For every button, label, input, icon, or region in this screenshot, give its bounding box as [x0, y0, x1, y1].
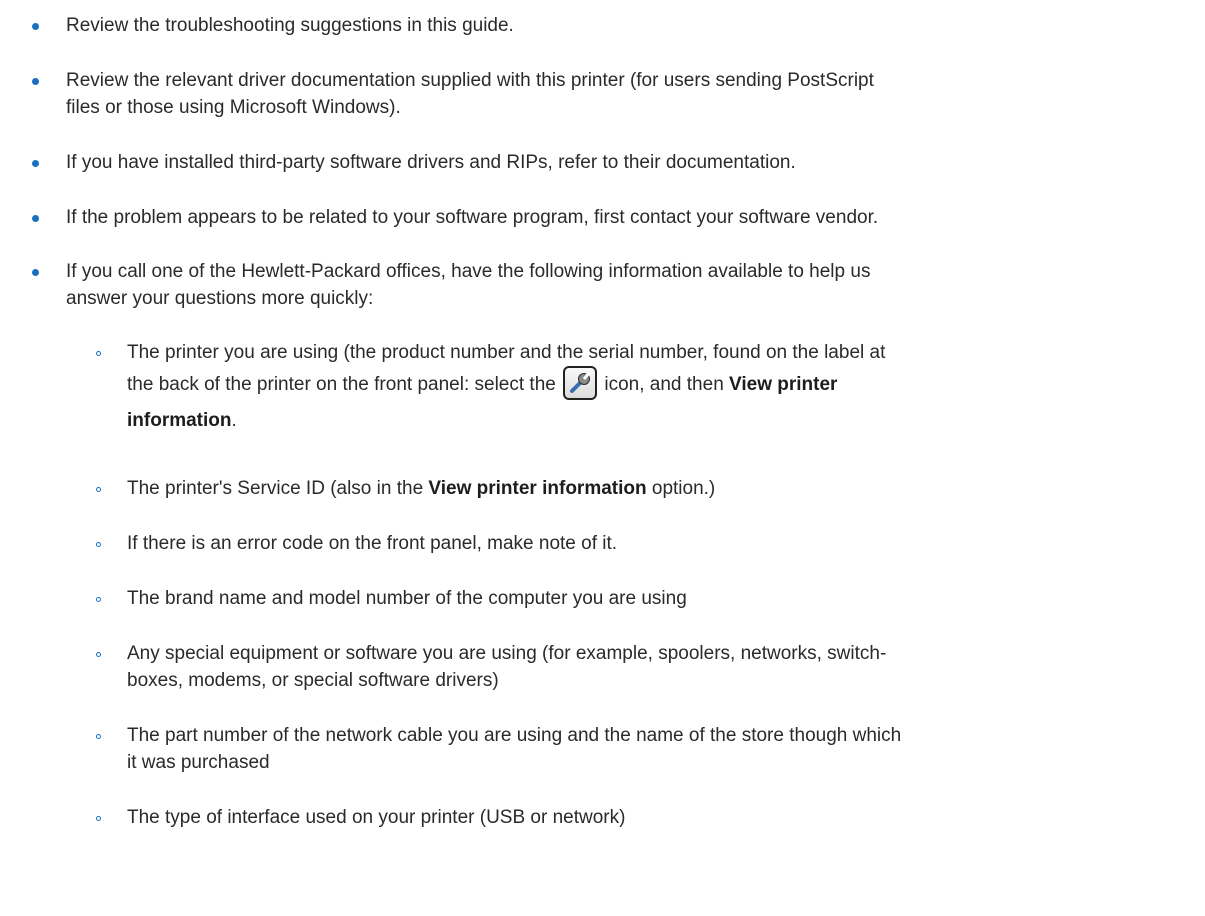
- item-text: The part number of the network cable you…: [127, 725, 902, 746]
- item-text: the back of the printer on the front pan…: [127, 365, 1185, 404]
- wrench-icon: [563, 365, 598, 400]
- item-text: information.: [127, 407, 1185, 434]
- item-text: If you have installed third-party softwa…: [66, 152, 796, 173]
- item-text-segment: option.): [651, 478, 716, 499]
- bold-term: information: [127, 410, 232, 431]
- item-text-segment: the back of the printer on the front pan…: [127, 374, 556, 395]
- bold-term: View printer information: [428, 478, 647, 499]
- item-text: boxes, modems, or special software drive…: [127, 670, 499, 691]
- circle-bullet-icon: [96, 542, 101, 547]
- circle-bullet-icon: [96, 351, 101, 356]
- item-text: The brand name and model number of the c…: [127, 588, 687, 609]
- bullet-icon: [32, 78, 39, 85]
- item-text: answer your questions more quickly:: [66, 288, 374, 309]
- circle-bullet-icon: [96, 734, 101, 739]
- item-text: files or those using Microsoft Windows).: [66, 97, 401, 118]
- item-text: If you call one of the Hewlett-Packard o…: [66, 261, 871, 282]
- circle-bullet-icon: [96, 487, 101, 492]
- item-text-segment: .: [231, 410, 237, 431]
- circle-bullet-icon: [96, 816, 101, 821]
- item-text: The type of interface used on your print…: [127, 807, 626, 828]
- item-text: If the problem appears to be related to …: [66, 207, 879, 228]
- bold-term: View printer: [729, 374, 838, 395]
- circle-bullet-icon: [96, 652, 101, 657]
- item-text: Review the troubleshooting suggestions i…: [66, 15, 514, 36]
- item-text-segment: The printer's Service ID (also in the: [127, 478, 424, 499]
- item-text: The printer you are using (the product n…: [127, 342, 886, 363]
- circle-bullet-icon: [96, 597, 101, 602]
- item-text: If there is an error code on the front p…: [127, 533, 618, 554]
- item-text: Review the relevant driver documentation…: [66, 70, 874, 91]
- item-text: Any special equipment or software you ar…: [127, 643, 887, 664]
- bullet-icon: [32, 160, 39, 167]
- bullet-icon: [32, 269, 39, 276]
- bullet-icon: [32, 23, 39, 30]
- item-text: The printer's Service ID (also in the Vi…: [127, 475, 1185, 502]
- document-page: Review the troubleshooting suggestions i…: [0, 0, 1205, 916]
- item-text-segment: icon, and then: [604, 374, 724, 395]
- bullet-icon: [32, 215, 39, 222]
- item-text: it was purchased: [127, 752, 270, 773]
